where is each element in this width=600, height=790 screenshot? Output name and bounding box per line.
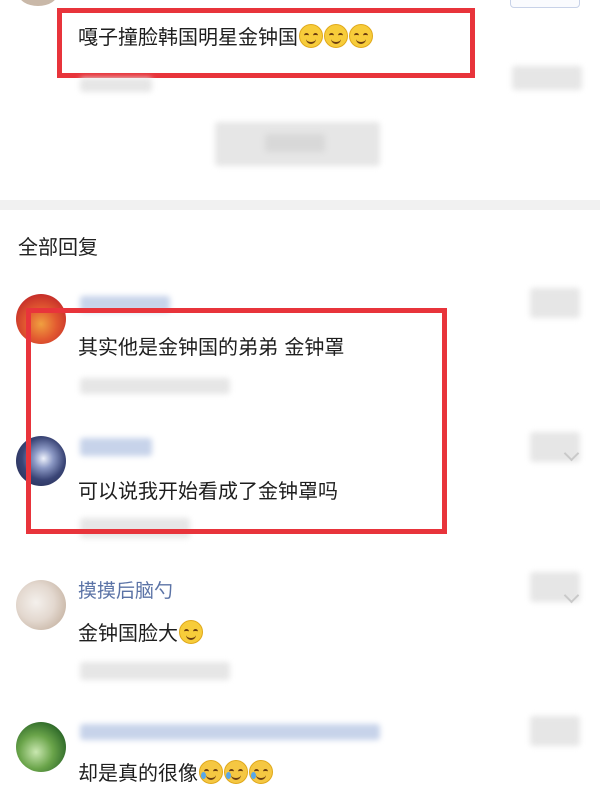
reply-text-body: 金钟国脸大 <box>78 621 178 645</box>
section-title: 全部回复 <box>18 235 98 259</box>
reply-text: 金钟国脸大 <box>78 620 203 646</box>
post-meta-blurred <box>80 78 152 92</box>
reply-text: 却是真的很像 <box>78 760 273 786</box>
post-reply-preview-text-blurred <box>265 134 325 152</box>
cry-laugh-emoji-icon <box>199 760 223 784</box>
highlight-box-post <box>57 8 475 78</box>
reply-avatar[interactable] <box>16 722 66 772</box>
reply-meta-blurred <box>80 662 230 680</box>
reply-text-body: 却是真的很像 <box>78 761 198 785</box>
cry-laugh-emoji-icon <box>249 760 273 784</box>
follow-button[interactable] <box>510 0 580 8</box>
reply-username-blurred[interactable] <box>80 724 380 740</box>
grin-emoji-icon <box>179 620 203 644</box>
post-action-blurred[interactable] <box>512 66 582 90</box>
reply-like-blurred[interactable] <box>530 288 580 318</box>
post-header-avatar[interactable] <box>18 0 58 6</box>
cry-laugh-emoji-icon <box>224 760 248 784</box>
reply-avatar[interactable] <box>16 580 66 630</box>
reply-like-blurred[interactable] <box>530 716 580 746</box>
highlight-box-replies <box>26 308 447 534</box>
reply-username[interactable]: 摸摸后脑勺 <box>78 579 173 603</box>
section-divider <box>0 200 600 210</box>
